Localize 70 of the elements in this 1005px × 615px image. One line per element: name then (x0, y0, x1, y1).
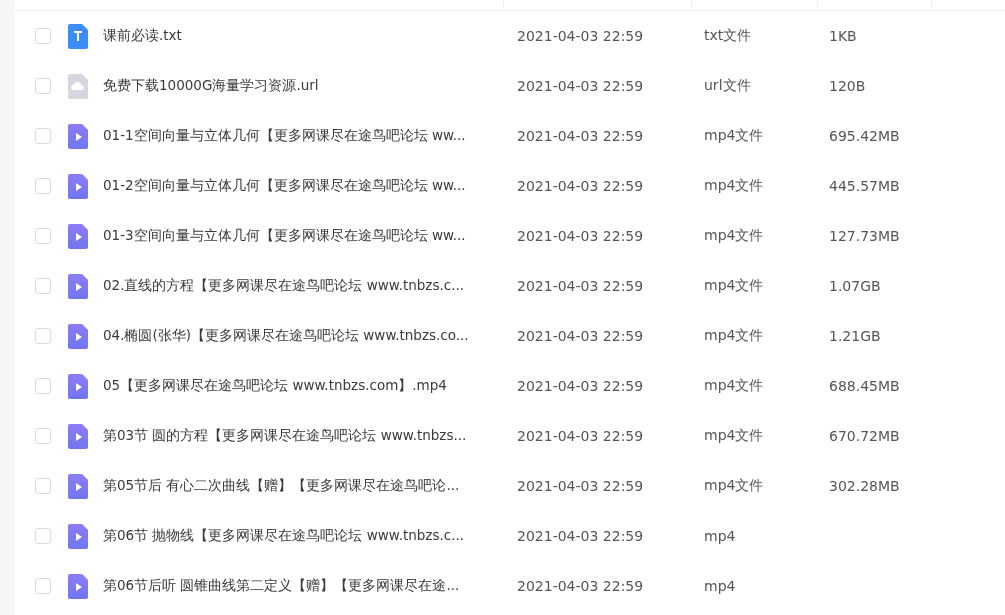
modified-date: 2021-04-03 22:59 (517, 178, 644, 194)
file-type: mp4文件 (704, 377, 764, 393)
video-file-icon (68, 173, 88, 199)
file-size: 445.57MB (829, 178, 900, 194)
video-file-icon (68, 323, 88, 349)
checkbox[interactable] (35, 228, 51, 244)
text-file-icon (68, 23, 88, 49)
modified-date: 2021-04-03 22:59 (517, 528, 644, 544)
file-name[interactable]: 04.椭圆(张华)【更多网课尽在途鸟吧论坛 www.tnbzs.co... (103, 327, 469, 343)
checkbox[interactable] (35, 278, 51, 294)
file-size: 688.45MB (829, 378, 900, 394)
file-name[interactable]: 01-3空间向量与立体几何【更多网课尽在途鸟吧论坛 ww... (103, 227, 466, 243)
file-name[interactable]: 免费下载10000G海量学习资源.url (103, 77, 319, 93)
file-size: 127.73MB (829, 228, 900, 244)
video-file-icon (68, 123, 88, 149)
modified-date: 2021-04-03 22:59 (517, 428, 644, 444)
file-name[interactable]: 第03节 圆的方程【更多网课尽在途鸟吧论坛 www.tnbzs... (103, 427, 467, 443)
file-size: 1.07GB (829, 278, 881, 294)
checkbox[interactable] (35, 78, 51, 94)
file-name[interactable]: 第06节 抛物线【更多网课尽在途鸟吧论坛 www.tnbzs.c... (103, 527, 465, 543)
modified-date: 2021-04-03 22:59 (517, 328, 644, 344)
modified-date: 2021-04-03 22:59 (517, 228, 644, 244)
file-size: 1KB (829, 28, 857, 44)
video-file-icon (68, 223, 88, 249)
checkbox[interactable] (35, 328, 51, 344)
cloud-file-icon (68, 73, 88, 99)
file-type: mp4 (704, 578, 736, 594)
checkbox[interactable] (35, 28, 51, 44)
checkbox[interactable] (35, 378, 51, 394)
file-name[interactable]: 第05节后 有心二次曲线【赠】【更多网课尽在途鸟吧论... (103, 477, 460, 493)
file-size: 695.42MB (829, 128, 900, 144)
file-type: mp4文件 (704, 477, 764, 493)
file-type: mp4文件 (704, 427, 764, 443)
modified-date: 2021-04-03 22:59 (517, 478, 644, 494)
file-name[interactable]: 课前必读.txt (103, 27, 182, 43)
modified-date: 2021-04-03 22:59 (517, 578, 644, 594)
file-type: mp4文件 (704, 177, 764, 193)
modified-date: 2021-04-03 22:59 (517, 78, 644, 94)
video-file-icon (68, 573, 88, 599)
modified-date: 2021-04-03 22:59 (517, 378, 644, 394)
file-size: 670.72MB (829, 428, 900, 444)
modified-date: 2021-04-03 22:59 (517, 278, 644, 294)
checkbox[interactable] (35, 178, 51, 194)
file-name[interactable]: 第06节后听 圆锥曲线第二定义【赠】【更多网课尽在途... (103, 577, 460, 593)
file-size: 120B (829, 78, 866, 94)
video-file-icon (68, 473, 88, 499)
file-type: mp4文件 (704, 227, 764, 243)
checkbox[interactable] (35, 578, 51, 594)
file-size: 302.28MB (829, 478, 900, 494)
video-file-icon (68, 523, 88, 549)
file-type: mp4 (704, 528, 736, 544)
file-size: 1.21GB (829, 328, 881, 344)
file-name[interactable]: 05【更多网课尽在途鸟吧论坛 www.tnbzs.com】.mp4 (103, 377, 447, 393)
modified-date: 2021-04-03 22:59 (517, 28, 644, 44)
video-file-icon (68, 273, 88, 299)
file-name[interactable]: 02.直线的方程【更多网课尽在途鸟吧论坛 www.tnbzs.c... (103, 277, 465, 293)
checkbox[interactable] (35, 428, 51, 444)
file-type: url文件 (704, 77, 751, 93)
file-name[interactable]: 01-2空间向量与立体几何【更多网课尽在途鸟吧论坛 ww... (103, 177, 466, 193)
video-file-icon (68, 423, 88, 449)
file-type: mp4文件 (704, 327, 764, 343)
video-file-icon (68, 373, 88, 399)
file-type: mp4文件 (704, 277, 764, 293)
file-name[interactable]: 01-1空间向量与立体几何【更多网课尽在途鸟吧论坛 ww... (103, 127, 466, 143)
checkbox[interactable] (35, 528, 51, 544)
checkbox[interactable] (35, 128, 51, 144)
file-type: txt文件 (704, 27, 752, 43)
modified-date: 2021-04-03 22:59 (517, 128, 644, 144)
file-type: mp4文件 (704, 127, 764, 143)
checkbox[interactable] (35, 478, 51, 494)
